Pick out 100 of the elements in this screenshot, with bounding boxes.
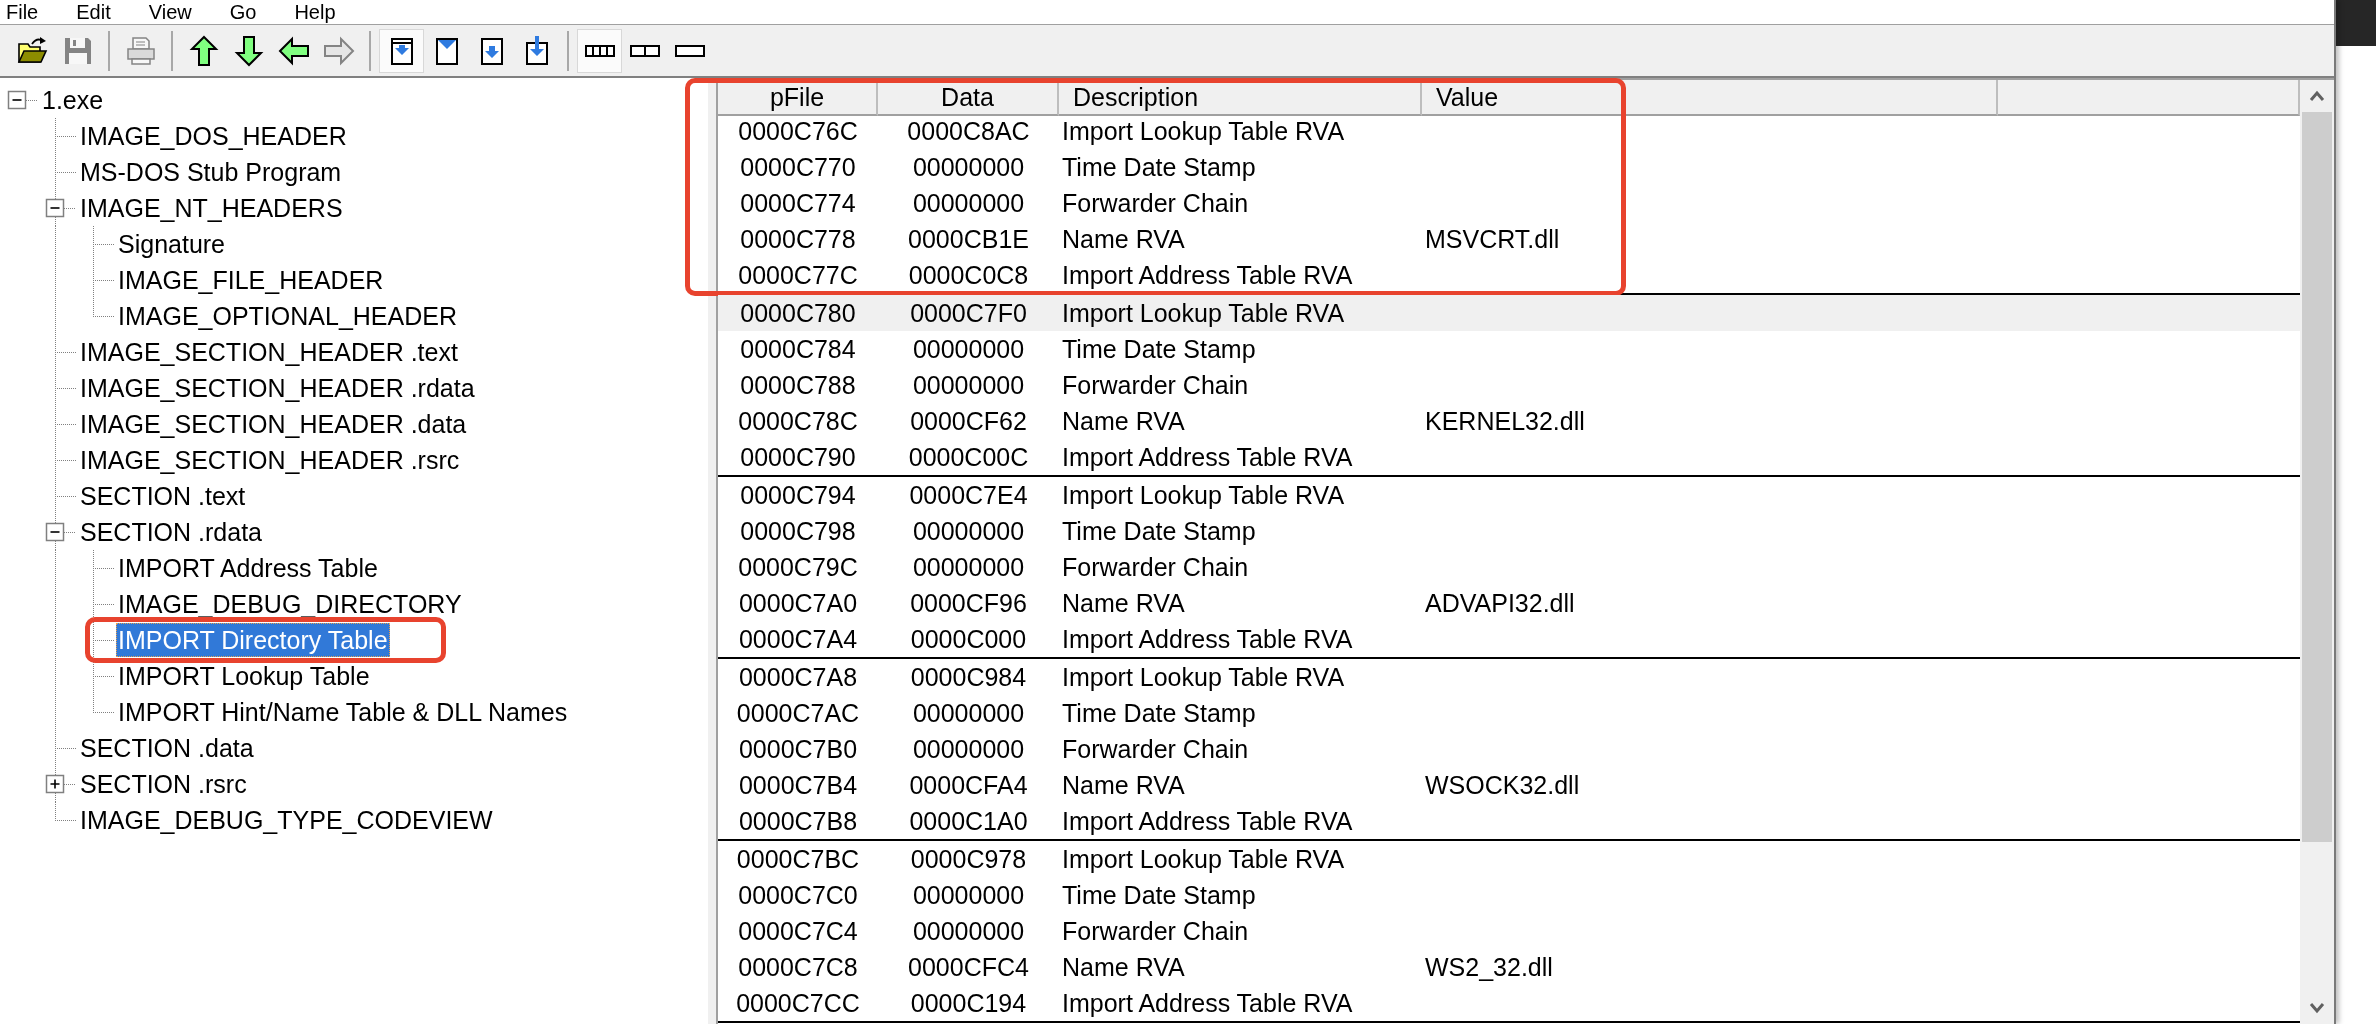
collapse-icon[interactable] bbox=[7, 90, 27, 110]
tree-item[interactable]: IMAGE_DOS_HEADER bbox=[78, 119, 349, 153]
table-cell-text: 00000000 bbox=[911, 370, 1026, 400]
table-row[interactable]: 0000C7CC 0000C194 Import Address Table RVA bbox=[718, 985, 2300, 1021]
table-cell-text: 0000C194 bbox=[909, 988, 1028, 1018]
table-row[interactable]: 0000C79C 00000000 Forwarder Chain bbox=[718, 549, 2300, 585]
table-cell-text: 0000C784 bbox=[739, 334, 857, 364]
table-cell-text: 0000C79C bbox=[737, 552, 859, 582]
menu-item[interactable]: Edit bbox=[70, 0, 123, 24]
tree-item[interactable]: SECTION .rdata bbox=[78, 515, 264, 549]
table-row[interactable]: 0000C77C 0000C0C8 Import Address Table RVA bbox=[718, 257, 2300, 293]
table-cell-text: 0000C78C bbox=[737, 406, 859, 436]
collapse-icon[interactable] bbox=[45, 198, 65, 218]
table-row[interactable]: 0000C7B8 0000C1A0 Import Address Table RVA bbox=[718, 803, 2300, 839]
toolbar-button[interactable] bbox=[577, 28, 622, 73]
table-cell-text: 0000C7AC bbox=[735, 698, 861, 728]
tree-item[interactable]: IMPORT Lookup Table bbox=[116, 659, 372, 693]
tree-item[interactable]: IMAGE_SECTION_HEADER .rsrc bbox=[78, 443, 462, 477]
table-cell-text: 0000C7B0 bbox=[737, 734, 859, 764]
table-row[interactable]: 0000C7C4 00000000 Forwarder Chain bbox=[718, 913, 2300, 949]
table-cell-text: ADVAPI32.dll bbox=[1424, 588, 1576, 618]
table-cell-text: Import Address Table RVA bbox=[1061, 624, 1354, 654]
table-cell-text: 0000C774 bbox=[739, 188, 857, 218]
expand-icon[interactable] bbox=[45, 774, 65, 794]
tree-item[interactable]: SECTION .rsrc bbox=[78, 767, 249, 801]
tree-item[interactable]: IMPORT Address Table bbox=[116, 551, 380, 585]
up-arrow-icon bbox=[187, 34, 220, 67]
tree-line bbox=[55, 658, 114, 694]
menu-item[interactable]: File bbox=[0, 0, 51, 24]
table-cell-text: 0000C790 bbox=[739, 442, 857, 472]
table-cell-text: KERNEL32.dll bbox=[1424, 406, 1586, 436]
table-cell-text: Time Date Stamp bbox=[1061, 698, 1257, 728]
tree-item[interactable]: IMPORT Hint/Name Table & DLL Names bbox=[116, 695, 570, 729]
table-row[interactable]: 0000C7C8 0000CFC4 Name RVA WS2_32.dll bbox=[718, 949, 2300, 985]
table-cell-text: 00000000 bbox=[911, 698, 1026, 728]
tree-item[interactable]: MS-DOS Stub Program bbox=[78, 155, 344, 189]
table-row[interactable]: 0000C78C 0000CF62 Name RVA KERNEL32.dll bbox=[718, 403, 2300, 439]
toolbar-button[interactable] bbox=[379, 28, 424, 73]
table-cell-text: Import Address Table RVA bbox=[1061, 806, 1354, 836]
table-cell-text: 0000C978 bbox=[909, 844, 1028, 874]
table-cell-text: Name RVA bbox=[1061, 224, 1186, 254]
table-cell-text: 0000CF62 bbox=[909, 406, 1028, 436]
table-row[interactable]: 0000C780 0000C7F0 Import Lookup Table RVA bbox=[718, 295, 2300, 331]
table-cell-text: Import Address Table RVA bbox=[1061, 442, 1354, 472]
tree-item[interactable]: IMPORT Directory Table bbox=[116, 623, 390, 657]
table-cell-text: 0000C7C4 bbox=[737, 916, 859, 946]
tree-line bbox=[54, 154, 76, 190]
table-cell-text: 0000C788 bbox=[739, 370, 857, 400]
table-row[interactable]: 0000C7B4 0000CFA4 Name RVA WSOCK32.dll bbox=[718, 767, 2300, 803]
tree-line bbox=[55, 262, 114, 298]
table-row[interactable]: 0000C7C0 00000000 Time Date Stamp bbox=[718, 877, 2300, 913]
scrollbar-thumb[interactable] bbox=[2302, 112, 2332, 843]
table-row[interactable]: 0000C7A8 0000C984 Import Lookup Table RVA bbox=[718, 659, 2300, 695]
table-cell-text: 0000CB1E bbox=[907, 224, 1030, 254]
tree-item[interactable]: 1.exe bbox=[40, 83, 106, 117]
table-cell-text: 0000C000 bbox=[909, 624, 1028, 654]
table-row[interactable]: 0000C788 00000000 Forwarder Chain bbox=[718, 367, 2300, 403]
tree-item[interactable]: IMAGE_DEBUG_DIRECTORY bbox=[116, 587, 464, 621]
tree-item[interactable]: IMAGE_SECTION_HEADER .rdata bbox=[78, 371, 477, 405]
tree-item[interactable]: IMAGE_SECTION_HEADER .text bbox=[78, 335, 460, 369]
tree-item[interactable]: SECTION .data bbox=[78, 731, 256, 765]
table-row[interactable]: 0000C794 0000C7E4 Import Lookup Table RVA bbox=[718, 477, 2300, 513]
table-row[interactable]: 0000C7AC 00000000 Time Date Stamp bbox=[718, 695, 2300, 731]
tree-line bbox=[54, 406, 76, 442]
table-row[interactable]: 0000C7B0 00000000 Forwarder Chain bbox=[718, 731, 2300, 767]
tree-item[interactable]: Signature bbox=[116, 227, 228, 261]
tree-line bbox=[55, 622, 114, 658]
table-row[interactable]: 0000C784 00000000 Time Date Stamp bbox=[718, 331, 2300, 367]
table-cell-text: 00000000 bbox=[911, 334, 1026, 364]
table-cell-text: 0000C798 bbox=[739, 516, 857, 546]
tree-item[interactable]: SECTION .text bbox=[78, 479, 248, 513]
table-cell-text: Forwarder Chain bbox=[1061, 370, 1250, 400]
menu-item[interactable]: Help bbox=[288, 0, 348, 24]
tree-item[interactable]: IMAGE_FILE_HEADER bbox=[116, 263, 386, 297]
table-cell-text: Forwarder Chain bbox=[1061, 552, 1250, 582]
column-header[interactable]: Value bbox=[1422, 80, 1998, 116]
table-row[interactable]: 0000C770 00000000 Time Date Stamp bbox=[718, 149, 2300, 185]
table-cell-text: Forwarder Chain bbox=[1061, 734, 1250, 764]
table-cell-text: 0000C984 bbox=[909, 662, 1028, 692]
tree-item[interactable]: IMAGE_OPTIONAL_HEADER bbox=[116, 299, 459, 333]
table-row[interactable]: 0000C7A4 0000C000 Import Address Table RVA bbox=[718, 621, 2300, 657]
table-cell-text: 00000000 bbox=[911, 880, 1026, 910]
table-row[interactable]: 0000C790 0000C00C Import Address Table RVA bbox=[718, 439, 2300, 475]
table-cell-text: Time Date Stamp bbox=[1061, 334, 1257, 364]
collapse-icon[interactable] bbox=[45, 522, 65, 542]
tree-item[interactable]: IMAGE_NT_HEADERS bbox=[78, 191, 345, 225]
table-row[interactable]: 0000C7BC 0000C978 Import Lookup Table RVA bbox=[718, 841, 2300, 877]
tree-item[interactable]: IMAGE_SECTION_HEADER .data bbox=[78, 407, 469, 441]
menu-item[interactable]: Go bbox=[223, 0, 269, 24]
table-cell-text: 0000C7A4 bbox=[737, 624, 859, 654]
chevron-up-icon bbox=[2309, 90, 2325, 102]
table-row[interactable]: 0000C7A0 0000CF96 Name RVA ADVAPI32.dll bbox=[718, 585, 2300, 621]
table-cell-text: Import Lookup Table RVA bbox=[1061, 662, 1346, 692]
tree-item[interactable]: IMAGE_DEBUG_TYPE_CODEVIEW bbox=[78, 803, 495, 837]
table-row[interactable]: 0000C774 00000000 Forwarder Chain bbox=[718, 185, 2300, 221]
table-row[interactable]: 0000C798 00000000 Time Date Stamp bbox=[718, 513, 2300, 549]
menu-item[interactable]: View bbox=[142, 0, 204, 24]
table-row[interactable]: 0000C76C 0000C8AC Import Lookup Table RVA bbox=[718, 113, 2300, 149]
right-arrow-icon bbox=[322, 34, 355, 67]
table-row[interactable]: 0000C778 0000CB1E Name RVA MSVCRT.dll bbox=[718, 221, 2300, 257]
